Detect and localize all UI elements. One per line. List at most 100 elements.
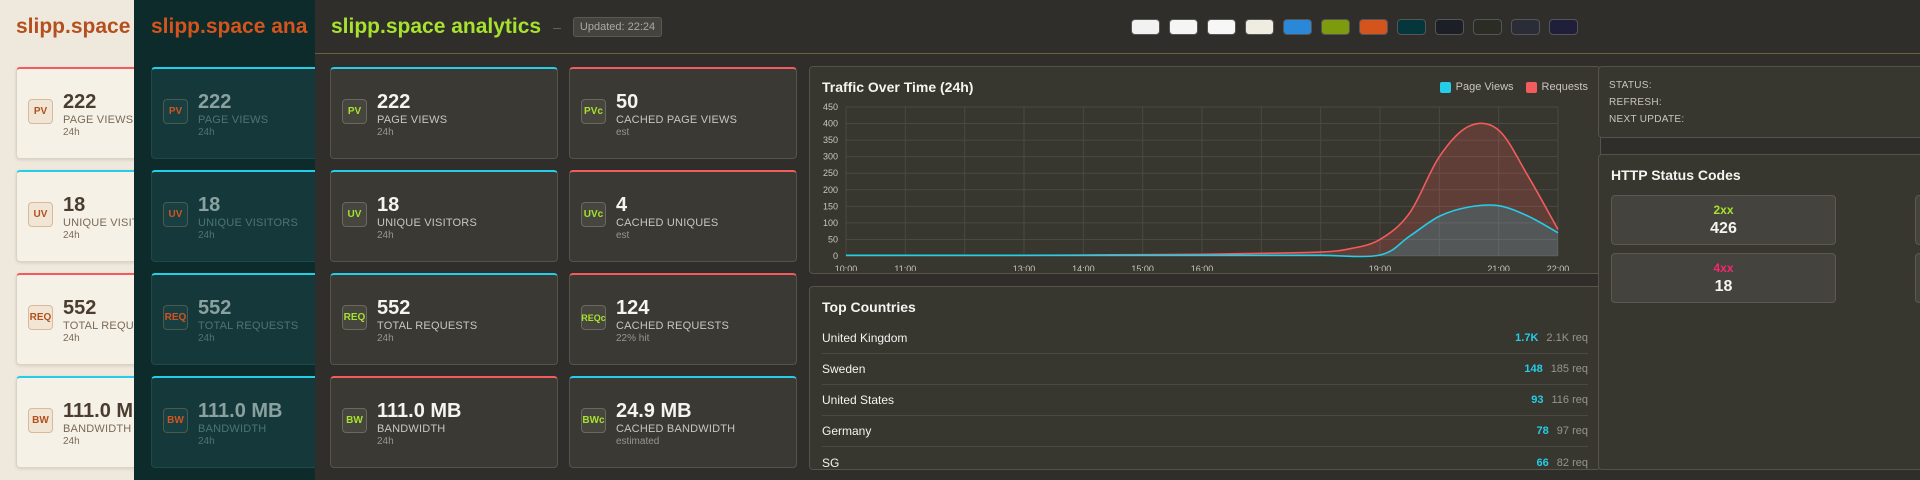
country-requests: 82 req (1556, 456, 1588, 469)
stat-value: 222 (63, 91, 97, 113)
stat-value: 124 (616, 297, 650, 319)
stat-card-page-views: PV 222 PAGE VIEWS 24h (16, 67, 136, 159)
stat-card-cached-bandwidth: BWc 24.9 MB CACHED BANDWIDTH estimated (569, 376, 797, 468)
y-tick-label: 150 (823, 201, 838, 211)
country-pageviews: 78 (1536, 425, 1549, 437)
stat-card-total-requests: REQ 552 TOTAL REQUESTS 24h (330, 273, 558, 365)
country-requests: 185 req (1550, 363, 1588, 375)
traffic-chart: 0 50 100 150 200 250 300 350 400 450 10:00 11:00 13:… (823, 102, 1570, 271)
legend-swatch (1439, 81, 1451, 93)
pv-badge: PV (28, 99, 53, 124)
refresh-label: REFRESH: (1609, 97, 1662, 108)
bw-badge: BW (28, 408, 53, 433)
pv-badge: PV (163, 99, 188, 124)
stat-value: 222 (198, 91, 232, 113)
x-tick-label: 14:00 (1072, 264, 1095, 271)
theme-swatch-11[interactable] (1511, 19, 1540, 35)
stat-value: 111.0 MI (63, 400, 136, 422)
uv-badge: UV (342, 202, 367, 227)
y-tick-label: 50 (828, 234, 838, 244)
country-pageviews: 66 (1536, 456, 1549, 469)
theme-switcher (1131, 19, 1587, 35)
x-tick-label: 11:00 (894, 264, 916, 271)
uv-badge: UV (163, 202, 188, 227)
country-name: Germany (822, 424, 872, 438)
legend-item-requests[interactable]: Requests (1525, 81, 1588, 93)
stat-value: 111.0 MB (198, 400, 283, 422)
top-countries-panel: Top Countries United Kingdom 1.7K 2.1K r… (809, 286, 1601, 470)
reqc-badge: REQc (581, 305, 606, 330)
uv-badge: UV (28, 202, 53, 227)
legend-item-page-views[interactable]: Page Views (1439, 81, 1514, 93)
theme-swatch-12[interactable] (1549, 19, 1578, 35)
legend-label: Page Views (1455, 81, 1514, 93)
status-panel: STATUS: REFRESH: NEXT UPDATE: (1598, 66, 1920, 138)
country-name: United Kingdom (822, 331, 908, 345)
stat-sub: 24h (63, 436, 80, 447)
stat-value: 50 (616, 91, 639, 113)
country-row: United Kingdom 1.7K 2.1K req (822, 323, 1588, 354)
theme-swatch-8[interactable] (1397, 19, 1426, 35)
stat-label: TOTAL REQUESTS (377, 320, 478, 332)
stat-value: 552 (377, 297, 411, 319)
x-tick-label: 22:00 (1547, 264, 1570, 271)
stat-sub: est (616, 127, 630, 138)
x-tick-label: 13:00 (1013, 264, 1036, 271)
theme-swatch-2[interactable] (1169, 19, 1198, 35)
stat-sub: 24h (377, 230, 394, 241)
country-row: Germany 78 97 req (822, 416, 1588, 447)
updated-badge: Updated: 22:24 (572, 16, 663, 37)
stat-sub: 24h (377, 333, 394, 344)
stat-value: 111.0 MB (377, 400, 462, 422)
country-pageviews: 1.7K (1515, 332, 1539, 344)
stat-card-unique-visitors: UV 18 UNIQUE VISIT 24h (16, 170, 136, 262)
stat-label: TOTAL REQUESTS (198, 320, 299, 332)
theme-swatch-6[interactable] (1321, 19, 1350, 35)
stat-card-unique-visitors: UV 18 UNIQUE VISITORS 24h (151, 170, 317, 262)
country-requests: 97 req (1556, 425, 1588, 437)
stat-sub: 24h (377, 436, 394, 447)
stat-sub: estimated (616, 436, 660, 447)
theme-swatch-9[interactable] (1435, 19, 1464, 35)
http-status-panel: HTTP Status Codes 2xx 426 4xx 18 (1598, 154, 1920, 470)
theme-swatch-7[interactable] (1359, 19, 1388, 35)
stat-sub: 24h (377, 127, 394, 138)
theme-swatch-3[interactable] (1207, 19, 1236, 35)
country-requests: 116 req (1551, 394, 1589, 406)
bw-badge: BW (342, 408, 367, 433)
theme-swatch-1[interactable] (1131, 19, 1160, 35)
country-requests: 2.1K req (1546, 332, 1588, 344)
app-title: slipp.space ana (151, 15, 308, 38)
uvc-badge: UVc (581, 202, 606, 227)
country-pageviews: 148 (1524, 363, 1543, 375)
stat-label: PAGE VIEWS (377, 114, 448, 126)
x-tick-label: 15:00 (1131, 264, 1154, 271)
x-tick-label: 16:00 (1191, 264, 1214, 271)
stat-label: CACHED UNIQUES (616, 217, 719, 229)
status-code-2xx: 2xx 426 (1611, 195, 1836, 245)
traffic-chart-panel: Traffic Over Time (24h) Page Views Reque… (809, 66, 1601, 274)
theme-swatch-4[interactable] (1245, 19, 1274, 35)
code-key: 4xx (1713, 261, 1734, 275)
stat-value: 24.9 MB (616, 400, 692, 422)
code-count: 426 (1710, 220, 1737, 237)
stat-value: 18 (63, 194, 86, 216)
bwc-badge: BWc (581, 408, 606, 433)
stat-card-page-views: PV 222 PAGE VIEWS 24h (151, 67, 317, 159)
app-title: slipp.space analytics (331, 14, 542, 38)
legend-label: Requests (1541, 81, 1588, 93)
stat-value: 18 (198, 194, 221, 216)
next-update-label: NEXT UPDATE: (1609, 114, 1685, 125)
stat-card-total-requests: REQ 552 TOTAL REQUE 24h (16, 273, 136, 365)
req-badge: REQ (28, 305, 53, 330)
stat-sub: 24h (198, 230, 215, 241)
y-tick-label: 400 (823, 119, 838, 129)
y-tick-label: 350 (823, 135, 838, 145)
x-tick-label: 21:00 (1487, 264, 1510, 271)
stat-sub: 24h (198, 333, 215, 344)
theme-swatch-5[interactable] (1283, 19, 1312, 35)
teal-theme-preview: slipp.space ana PV 222 PAGE VIEWS 24h UV… (134, 0, 317, 480)
stat-value: 552 (63, 297, 97, 319)
http-status-title: HTTP Status Codes (1611, 167, 1741, 183)
theme-swatch-10[interactable] (1473, 19, 1502, 35)
